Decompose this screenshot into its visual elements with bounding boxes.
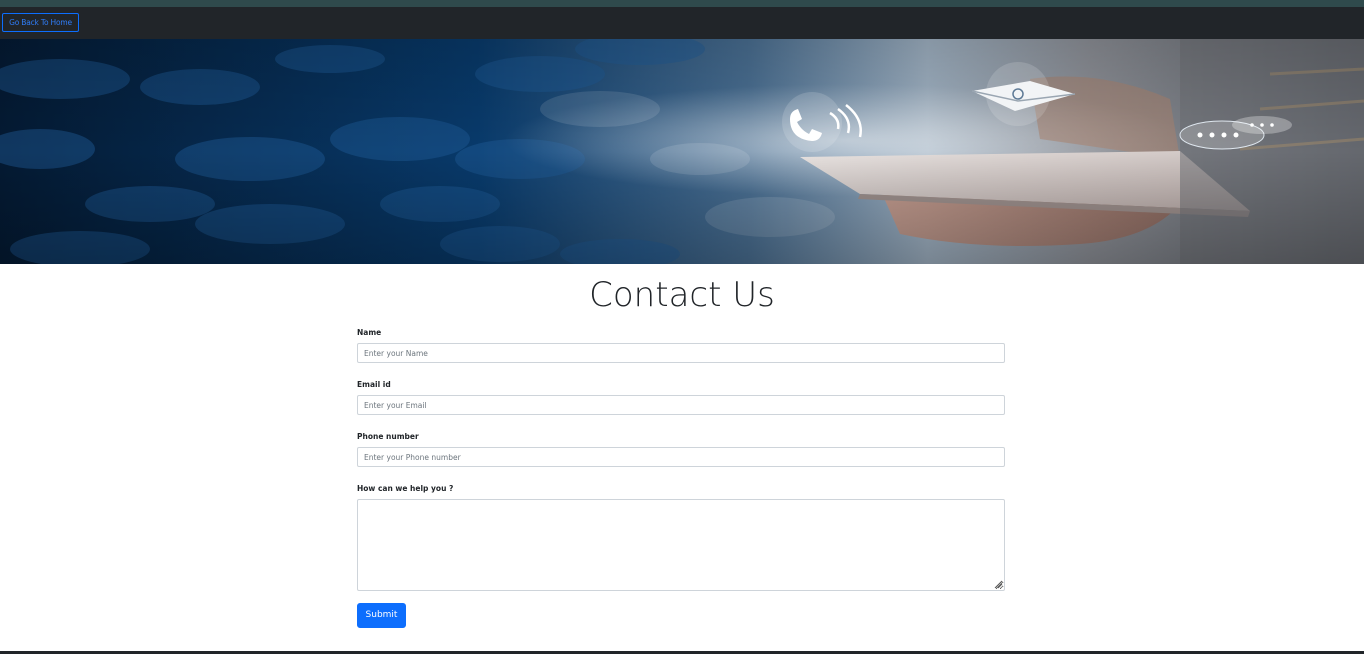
go-back-home-button[interactable]: Go Back To Home bbox=[2, 13, 79, 32]
browser-top-strip bbox=[0, 0, 1364, 7]
hero-banner bbox=[0, 39, 1364, 264]
name-input[interactable] bbox=[357, 343, 1005, 363]
submit-button[interactable]: Submit bbox=[357, 603, 406, 628]
hero-banner-image bbox=[0, 39, 1364, 264]
name-label: Name bbox=[357, 328, 382, 337]
phone-input[interactable] bbox=[357, 447, 1005, 467]
email-label: Email id bbox=[357, 380, 391, 389]
page-title: Contact Us bbox=[589, 275, 775, 315]
message-textarea[interactable] bbox=[357, 499, 1005, 591]
resize-handle-icon[interactable] bbox=[993, 579, 1003, 589]
top-navbar: Go Back To Home bbox=[0, 7, 1364, 39]
email-input[interactable] bbox=[357, 395, 1005, 415]
message-label: How can we help you ? bbox=[357, 484, 454, 493]
phone-label: Phone number bbox=[357, 432, 419, 441]
